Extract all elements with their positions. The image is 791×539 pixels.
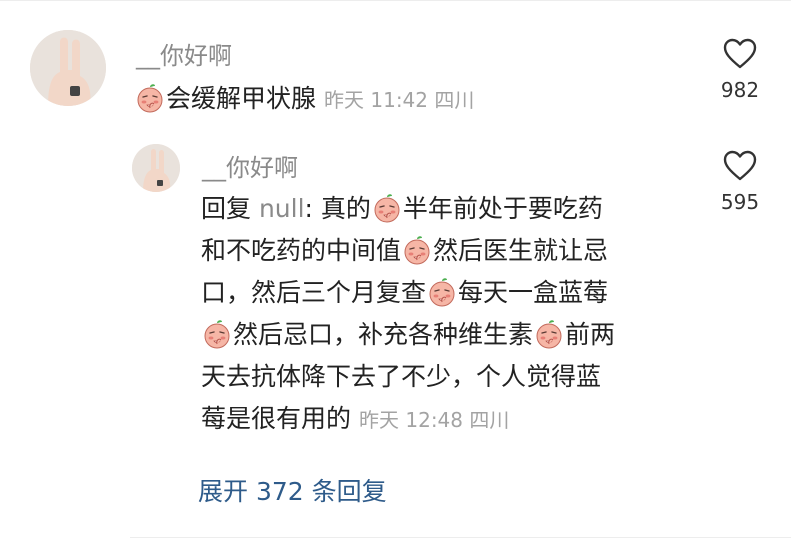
like-count: 982	[720, 78, 760, 102]
blush-emoji-icon	[404, 236, 430, 265]
top-divider	[0, 0, 791, 1]
reply-avatar[interactable]	[132, 144, 180, 192]
text-run: 半年前处于要吃药	[402, 194, 603, 223]
text-run: 莓是很有用的	[201, 404, 352, 433]
blush-emoji-icon	[204, 320, 230, 349]
text-run: 每天一盒蓝莓	[458, 278, 609, 307]
text-run: 前两	[565, 320, 616, 349]
text-run: 然后忌口，补充各种维生素	[233, 320, 534, 349]
reply-line: 口，然后三个月复查 每天一盒蓝莓	[201, 272, 615, 314]
text-run: 口，然后三个月复查	[201, 278, 427, 307]
comment-meta: 昨天 11:42 四川	[324, 88, 475, 112]
blush-emoji-icon	[374, 194, 400, 223]
text-run: 回复	[201, 194, 259, 223]
comment-like[interactable]: 982	[710, 38, 770, 102]
expand-replies-link[interactable]: 展开 372 条回复	[198, 472, 387, 508]
avatar-hand-icon	[30, 30, 106, 106]
text-run: 天去抗体降下去了不少，个人觉得蓝	[201, 362, 602, 391]
reply-line: 和不吃药的中间值 然后医生就让忌	[201, 230, 615, 272]
text-run: 和不吃药的中间值	[201, 236, 402, 265]
text-run: 然后医生就让忌	[433, 236, 609, 265]
heart-icon[interactable]	[723, 38, 757, 70]
like-count: 595	[720, 190, 760, 214]
text-run: 会缓解甲状腺	[166, 84, 317, 113]
reply-target[interactable]: null	[259, 194, 305, 223]
blush-emoji-icon	[429, 278, 455, 307]
blush-emoji-icon	[137, 84, 163, 113]
reply-line: 天去抗体降下去了不少，个人觉得蓝	[201, 356, 615, 398]
avatar-hand-icon	[132, 144, 180, 192]
reply-username[interactable]: __你好啊	[202, 148, 298, 183]
reply-like[interactable]: 595	[710, 150, 770, 214]
blush-emoji-icon	[536, 320, 562, 349]
bottom-divider	[130, 537, 791, 538]
comment-username[interactable]: __你好啊	[136, 36, 232, 71]
reply-line: 莓是很有用的 昨天 12:48 四川	[201, 398, 615, 441]
reply-meta: 昨天 12:48 四川	[359, 408, 510, 432]
avatar[interactable]	[30, 30, 106, 106]
reply-text: 回复 null: 真的 半年前处于要吃药 和不吃药的中间值 然后医生就让忌 口，然后…	[201, 188, 615, 441]
text-run: : 真的	[304, 194, 371, 223]
reply-line: 然后忌口，补充各种维生素 前两	[201, 314, 615, 356]
comment-text: 会缓解甲状腺 昨天 11:42 四川	[134, 78, 474, 121]
heart-icon[interactable]	[723, 150, 757, 182]
reply-line: 回复 null: 真的 半年前处于要吃药	[201, 188, 615, 230]
